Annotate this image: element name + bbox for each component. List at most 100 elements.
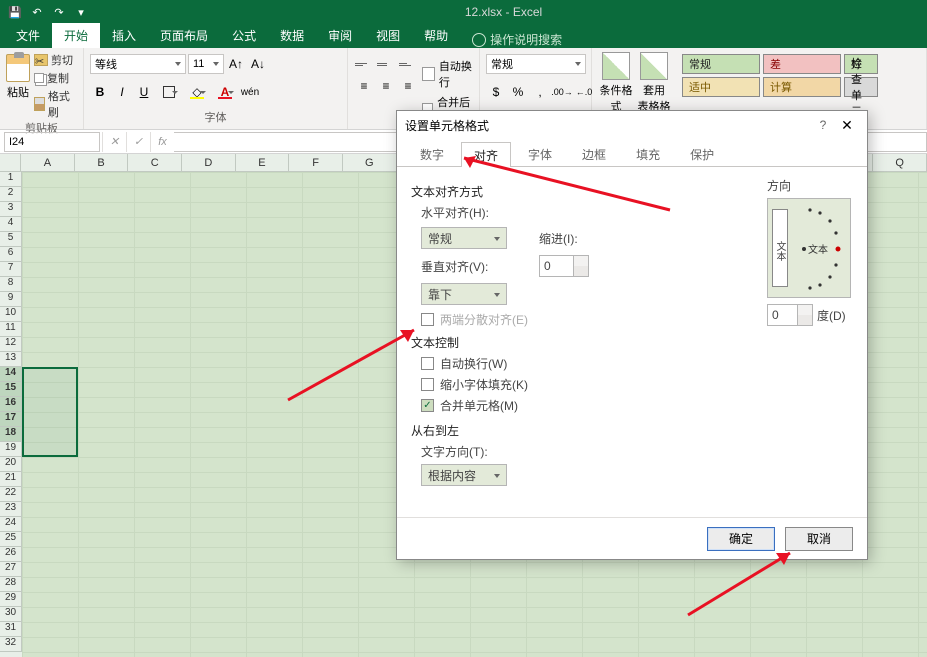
row-head[interactable]: 25	[0, 532, 22, 547]
dlg-tab-protection[interactable]: 保护	[677, 141, 727, 166]
tab-file[interactable]: 文件	[4, 23, 52, 48]
tab-home[interactable]: 开始	[52, 23, 100, 48]
row-head[interactable]: 28	[0, 577, 22, 592]
orientation-vertical-text[interactable]: 文本	[772, 209, 788, 287]
align-center-button[interactable]: ≡	[376, 76, 396, 96]
help-icon[interactable]: ?	[811, 118, 835, 132]
col-head[interactable]: A	[21, 154, 75, 171]
row-head[interactable]: 27	[0, 562, 22, 577]
tab-view[interactable]: 视图	[364, 23, 412, 48]
align-top-button[interactable]	[354, 54, 374, 74]
orientation-dial[interactable]: 文本 文本	[767, 198, 851, 298]
row-head[interactable]: 17	[0, 412, 22, 427]
style-calc[interactable]: 计算	[763, 77, 841, 97]
row-head[interactable]: 31	[0, 622, 22, 637]
comma-button[interactable]: ,	[530, 82, 550, 102]
row-head[interactable]: 9	[0, 292, 22, 307]
style-check[interactable]: 检查单元	[844, 77, 878, 97]
col-head[interactable]: C	[128, 154, 182, 171]
row-head[interactable]: 20	[0, 457, 22, 472]
tab-help[interactable]: 帮助	[412, 23, 460, 48]
tab-review[interactable]: 审阅	[316, 23, 364, 48]
decrease-decimal-button[interactable]: ←.0	[574, 82, 594, 102]
row-head[interactable]: 5	[0, 232, 22, 247]
row-head[interactable]: 30	[0, 607, 22, 622]
row-head[interactable]: 15	[0, 382, 22, 397]
row-head[interactable]: 12	[0, 337, 22, 352]
degree-spinner[interactable]: 0	[767, 304, 813, 326]
row-head[interactable]: 3	[0, 202, 22, 217]
save-icon[interactable]: 💾	[8, 5, 22, 19]
tab-insert[interactable]: 插入	[100, 23, 148, 48]
row-head[interactable]: 13	[0, 352, 22, 367]
number-format-combo[interactable]: 常规	[486, 54, 586, 74]
font-color-button[interactable]: A	[212, 82, 238, 102]
fill-color-button[interactable]: ◇	[184, 82, 210, 102]
row-head[interactable]: 10	[0, 307, 22, 322]
cut-button[interactable]: ✂剪切	[34, 52, 77, 68]
percent-button[interactable]: %	[508, 82, 528, 102]
col-head[interactable]: D	[182, 154, 236, 171]
row-head[interactable]: 1	[0, 172, 22, 187]
row-head[interactable]: 4	[0, 217, 22, 232]
style-neutral[interactable]: 适中	[682, 77, 760, 97]
increase-font-button[interactable]: A↑	[226, 54, 246, 74]
text-direction-combo[interactable]: 根据内容	[421, 464, 507, 486]
row-head[interactable]: 23	[0, 502, 22, 517]
row-head[interactable]: 22	[0, 487, 22, 502]
row-head[interactable]: 26	[0, 547, 22, 562]
font-size-combo[interactable]: 11	[188, 54, 224, 74]
row-head[interactable]: 16	[0, 397, 22, 412]
row-head[interactable]: 19	[0, 442, 22, 457]
row-head[interactable]: 2	[0, 187, 22, 202]
select-all-corner[interactable]	[0, 154, 21, 171]
row-head[interactable]: 7	[0, 262, 22, 277]
row-head[interactable]: 8	[0, 277, 22, 292]
col-head[interactable]: Q	[873, 154, 927, 171]
fx-icon[interactable]: fx	[150, 132, 174, 152]
v-align-combo[interactable]: 靠下	[421, 283, 507, 305]
decrease-font-button[interactable]: A↓	[248, 54, 268, 74]
enter-formula-icon[interactable]: ✓	[126, 132, 150, 152]
align-right-button[interactable]: ≡	[398, 76, 418, 96]
undo-icon[interactable]: ↶	[30, 5, 44, 19]
row-head[interactable]: 18	[0, 427, 22, 442]
col-head[interactable]: G	[343, 154, 397, 171]
phonetic-guide-button[interactable]: wén	[240, 82, 260, 102]
col-head[interactable]: F	[289, 154, 343, 171]
underline-button[interactable]: U	[134, 82, 154, 102]
col-head[interactable]: E	[236, 154, 290, 171]
tab-data[interactable]: 数据	[268, 23, 316, 48]
qat-customize-icon[interactable]: ▾	[74, 5, 88, 19]
increase-decimal-button[interactable]: .00→	[552, 82, 572, 102]
font-name-combo[interactable]: 等线	[90, 54, 186, 74]
close-icon[interactable]: ✕	[835, 117, 859, 134]
tab-formulas[interactable]: 公式	[220, 23, 268, 48]
bold-button[interactable]: B	[90, 82, 110, 102]
align-bottom-button[interactable]	[398, 54, 418, 74]
row-head[interactable]: 21	[0, 472, 22, 487]
style-bad[interactable]: 差	[763, 54, 841, 74]
indent-spinner[interactable]: 0	[539, 255, 589, 277]
align-left-button[interactable]: ≡	[354, 76, 374, 96]
paste-button[interactable]: 粘贴	[6, 50, 30, 100]
cell-styles-gallery[interactable]: 常规 差 好 适中 计算 检查单元	[682, 50, 878, 97]
currency-button[interactable]: $	[486, 82, 506, 102]
align-middle-button[interactable]	[376, 54, 396, 74]
row-head[interactable]: 32	[0, 637, 22, 652]
format-painter-button[interactable]: 格式刷	[34, 88, 77, 120]
col-head[interactable]: B	[75, 154, 129, 171]
tab-layout[interactable]: 页面布局	[148, 23, 220, 48]
tell-me[interactable]: 操作说明搜索	[472, 31, 562, 48]
row-head[interactable]: 14	[0, 367, 22, 382]
row-head[interactable]: 11	[0, 322, 22, 337]
cancel-formula-icon[interactable]: ✕	[102, 132, 126, 152]
copy-button[interactable]: 复制	[34, 70, 77, 86]
wrap-text-button[interactable]: 自动换行	[422, 58, 473, 90]
style-normal[interactable]: 常规	[682, 54, 760, 74]
orientation-arc[interactable]: 文本	[794, 207, 844, 289]
italic-button[interactable]: I	[112, 82, 132, 102]
row-head[interactable]: 24	[0, 517, 22, 532]
redo-icon[interactable]: ↷	[52, 5, 66, 19]
border-button[interactable]	[156, 82, 182, 102]
